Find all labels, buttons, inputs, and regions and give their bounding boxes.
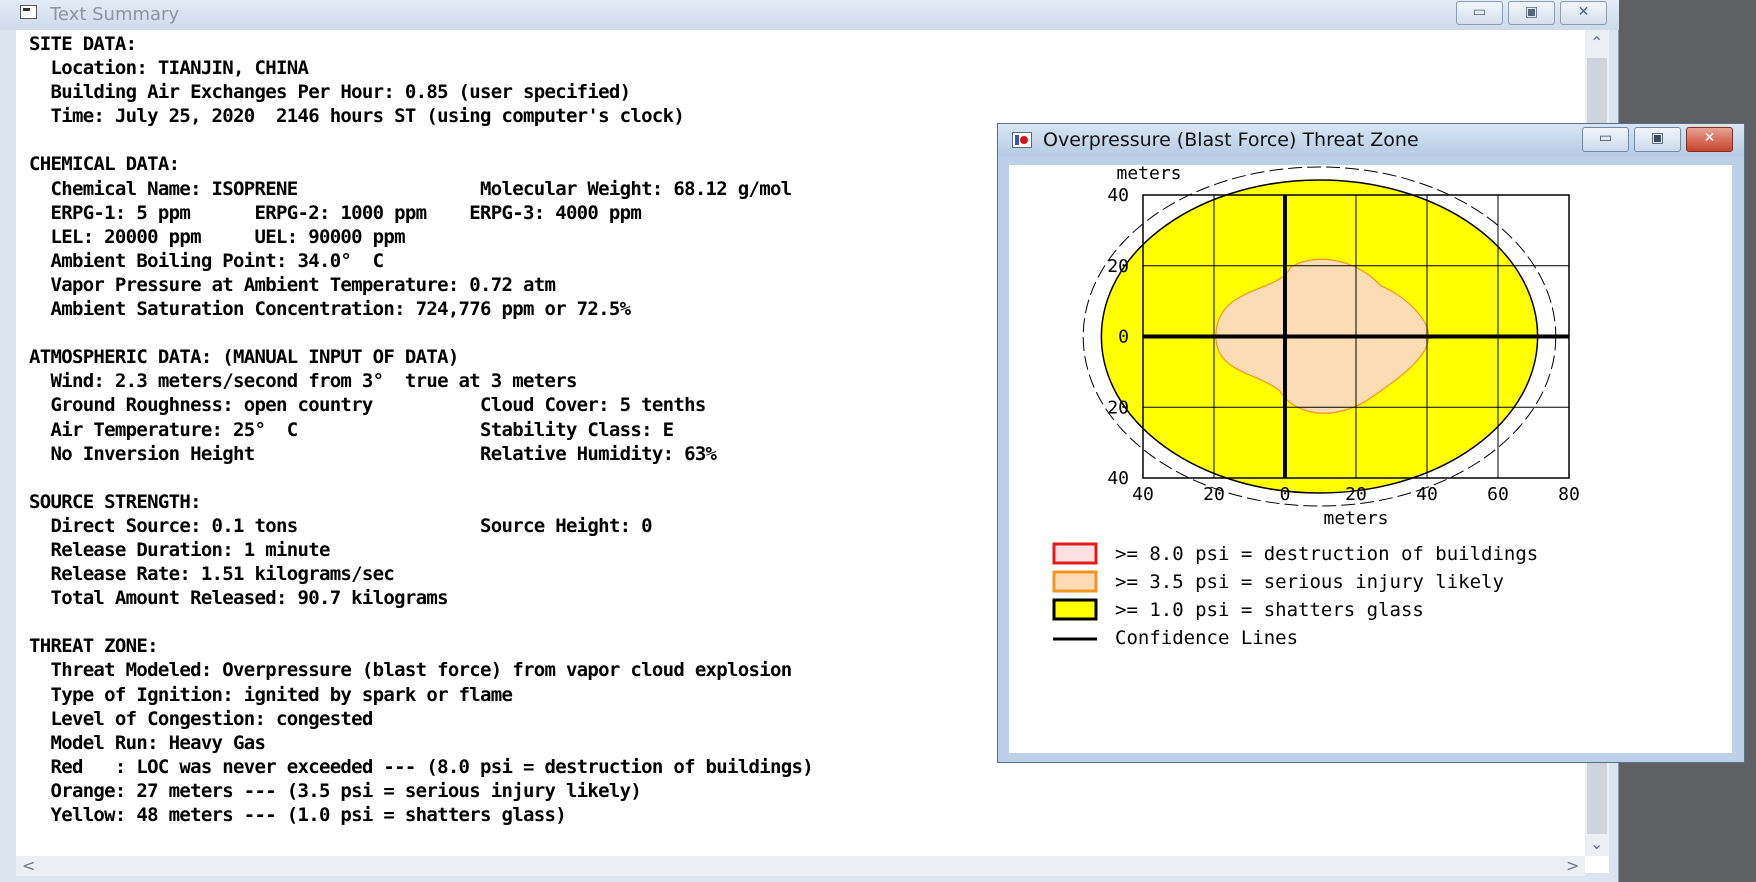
tz-close-button[interactable]: ✕ — [1686, 127, 1733, 152]
x-tick-label: 20 — [1345, 484, 1367, 505]
x-tick-label: 0 — [1280, 484, 1291, 505]
threat-zone-icon — [1012, 132, 1032, 148]
legend-label: Confidence Lines — [1115, 627, 1298, 649]
summary-line: Direct Source: 0.1 tons Source Height: 0 — [29, 514, 652, 537]
tz-minimize-button[interactable]: ▭ — [1582, 127, 1629, 152]
x-tick-label: 40 — [1132, 484, 1154, 505]
y-tick-label: 0 — [1118, 327, 1129, 348]
tz-maximize-button[interactable]: ▣ — [1634, 127, 1681, 152]
horizontal-scrollbar[interactable]: < > — [16, 856, 1585, 876]
summary-line: Red : LOC was never exceeded --- (8.0 ps… — [29, 755, 813, 778]
scroll-up-icon[interactable]: ⌃ — [1590, 35, 1603, 51]
close-icon: ✕ — [1577, 4, 1590, 20]
summary-line: Wind: 2.3 meters/second from 3° true at … — [29, 370, 577, 393]
x-axis-title: meters — [1323, 508, 1388, 529]
summary-line: CHEMICAL DATA: — [29, 153, 180, 176]
summary-line: Level of Congestion: congested — [29, 707, 373, 730]
summary-line: SITE DATA: — [29, 33, 137, 55]
summary-line: Model Run: Heavy Gas — [29, 731, 266, 754]
scroll-right-icon[interactable]: > — [1566, 858, 1579, 874]
x-tick-label: 80 — [1558, 484, 1580, 505]
summary-line: Type of Ignition: ignited by spark or fl… — [29, 683, 513, 706]
maximize-icon: ▣ — [1524, 4, 1539, 20]
summary-text: SITE DATA: Location: TIANJIN, CHINA Buil… — [29, 32, 814, 827]
summary-line: Ground Roughness: open country Cloud Cov… — [29, 394, 706, 417]
legend-label: >= 3.5 psi = serious injury likely — [1115, 571, 1504, 593]
summary-line: Release Duration: 1 minute — [29, 538, 330, 561]
summary-line: Ambient Boiling Point: 34.0° C — [29, 249, 384, 272]
title-bar[interactable]: Text Summary ▭ ▣ ✕ — [0, 0, 1619, 30]
summary-line: SOURCE STRENGTH: — [29, 490, 202, 513]
minimize-icon: ▭ — [1598, 130, 1613, 146]
threat-zone-chart: 40 20 0 20 40 60 80402002040metersmeters>= 8.0… — [1052, 165, 1580, 649]
threat-zone-window: Overpressure (Blast Force) Threat Zone ▭… — [997, 123, 1745, 763]
legend-swatch-orange — [1052, 570, 1098, 593]
window-title: Text Summary — [50, 4, 180, 25]
summary-line: Yellow: 48 meters --- (1.0 psi = shatter… — [29, 804, 566, 826]
summary-line: ATMOSPHERIC DATA: (MANUAL INPUT OF DATA) — [29, 346, 459, 369]
threat-zone-plot-area: 40 20 0 20 40 60 80 40 20 0 20 40 meters meters >= 8.0… — [1009, 165, 1732, 753]
y-tick-label: 20 — [1107, 397, 1129, 418]
legend-label: >= 1.0 psi = shatters glass — [1115, 599, 1424, 621]
maximize-icon: ▣ — [1650, 130, 1665, 146]
summary-line: Orange: 27 meters --- (3.5 psi = serious… — [29, 779, 642, 802]
summary-line: Total Amount Released: 90.7 kilograms — [29, 587, 448, 610]
maximize-button[interactable]: ▣ — [1508, 1, 1555, 25]
summary-line: Location: TIANJIN, CHINA — [29, 57, 309, 80]
summary-line: Threat Modeled: Overpressure (blast forc… — [29, 659, 792, 682]
summary-line: THREAT ZONE: — [29, 635, 159, 658]
summary-line: No Inversion Height Relative Humidity: 6… — [29, 442, 717, 465]
summary-line: Vapor Pressure at Ambient Temperature: 0… — [29, 273, 556, 296]
close-icon: ✕ — [1703, 130, 1716, 146]
x-tick-label: 40 — [1416, 484, 1438, 505]
y-axis-title: meters — [1116, 165, 1181, 184]
x-tick-label: 20 — [1203, 484, 1225, 505]
legend-label: >= 8.0 psi = destruction of buildings — [1115, 543, 1538, 565]
summary-line: Chemical Name: ISOPRENE Molecular Weight… — [29, 177, 792, 200]
summary-line: Time: July 25, 2020 2146 hours ST (using… — [29, 105, 685, 128]
app-icon — [20, 5, 37, 19]
threat-zone-title-bar[interactable]: Overpressure (Blast Force) Threat Zone ▭… — [998, 124, 1744, 156]
scroll-left-icon[interactable]: < — [22, 858, 35, 874]
y-tick-label: 40 — [1107, 185, 1129, 206]
summary-line: Ambient Saturation Concentration: 724,77… — [29, 298, 631, 321]
summary-line: ERPG-1: 5 ppm ERPG-2: 1000 ppm ERPG-3: 4… — [29, 201, 642, 224]
legend-swatch-red — [1052, 542, 1098, 565]
x-tick-label: 60 — [1487, 484, 1509, 505]
threat-zone-title: Overpressure (Blast Force) Threat Zone — [1043, 129, 1419, 151]
y-tick-label: 40 — [1107, 468, 1129, 489]
close-button[interactable]: ✕ — [1560, 1, 1607, 25]
summary-line: LEL: 20000 ppm UEL: 90000 ppm — [29, 225, 405, 248]
scroll-down-icon[interactable]: ⌄ — [1590, 836, 1603, 852]
y-tick-label: 20 — [1107, 256, 1129, 277]
summary-line: Release Rate: 1.51 kilograms/sec — [29, 563, 395, 586]
summary-line: Air Temperature: 25° C Stability Class: … — [29, 418, 674, 441]
minimize-icon: ▭ — [1472, 4, 1487, 20]
summary-line: Building Air Exchanges Per Hour: 0.85 (u… — [29, 81, 631, 104]
legend-swatch-yellow — [1052, 598, 1098, 621]
minimize-button[interactable]: ▭ — [1456, 1, 1503, 25]
